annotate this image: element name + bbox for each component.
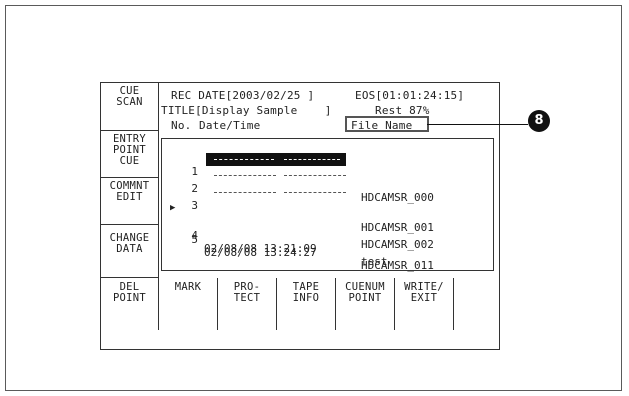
menu-label: MARK: [174, 281, 202, 293]
cuenum-point-button[interactable]: CUENUM POINT: [336, 278, 395, 330]
menu-label: COMMNT EDIT: [109, 180, 150, 203]
menu-label: TAPE INFO: [292, 281, 320, 304]
list-item[interactable]: 5 02/08/08 13:24:27 HDCAMSR_011: [166, 220, 492, 272]
list-item[interactable]: ▶ 4 02/08/08 13:21:09 test: [166, 203, 492, 268]
menu-label: CUENUM POINT: [345, 281, 385, 304]
comment-edit-button[interactable]: COMMNT EDIT: [101, 178, 159, 225]
mark-button[interactable]: MARK: [159, 278, 218, 330]
file-name: HDCAMSR_002: [361, 238, 434, 251]
tape-file-list-screen: CUE SCAN ENTRY POINT CUE COMMNT EDIT CHA…: [100, 82, 500, 350]
selection-highlight: [206, 153, 346, 166]
column-header-filename: File Name: [351, 119, 413, 132]
column-header-no: No.: [171, 119, 192, 132]
blank-menu-button[interactable]: [454, 278, 498, 330]
file-name: HDCAMSR_011: [361, 259, 434, 272]
time-placeholder: [284, 175, 346, 177]
column-header-datetime: Date/Time: [199, 119, 261, 132]
change-data-button[interactable]: CHANGE DATA: [101, 225, 159, 278]
tape-info-button[interactable]: TAPE INFO: [277, 278, 336, 330]
date-placeholder: [214, 175, 276, 177]
menu-label: CUE SCAN: [116, 85, 143, 108]
date-placeholder: [214, 159, 274, 161]
write-exit-button[interactable]: WRITE/ EXIT: [395, 278, 454, 330]
row-datetime: 02/08/08 13:24:27: [204, 246, 317, 259]
row-number: 5: [191, 233, 198, 246]
file-list: 1 HDCAMSR_000 2 HDCAMSR_001 3 HDCAMSR_00…: [161, 138, 494, 272]
menu-label: WRITE/ EXIT: [404, 281, 444, 304]
callout-leader-line: [427, 124, 528, 125]
eos-timecode: EOS[01:01:24:15]: [355, 89, 465, 102]
date-placeholder: [214, 192, 276, 194]
entry-point-cue-button[interactable]: ENTRY POINT CUE: [101, 131, 159, 178]
menu-label: PRO- TECT: [233, 281, 261, 304]
menu-label: CHANGE DATA: [109, 232, 150, 255]
list-item[interactable]: 3 HDCAMSR_002: [166, 186, 492, 251]
callout-number-badge: 8: [528, 110, 550, 132]
rec-date: REC DATE[2003/02/25 ]: [171, 89, 315, 102]
list-item[interactable]: 2 HDCAMSR_001: [166, 169, 492, 234]
menu-label: ENTRY POINT CUE: [112, 133, 147, 167]
del-point-button[interactable]: DEL POINT: [101, 278, 159, 330]
cursor-arrow-icon: ▶: [170, 203, 176, 213]
menu-label: DEL POINT: [112, 281, 147, 304]
time-placeholder: [284, 159, 340, 161]
time-placeholder: [284, 192, 346, 194]
protect-button[interactable]: PRO- TECT: [218, 278, 277, 330]
list-item[interactable]: 1 HDCAMSR_000: [166, 152, 492, 204]
cue-scan-button[interactable]: CUE SCAN: [101, 83, 159, 131]
tape-title: TITLE[Display Sample ]: [161, 104, 332, 117]
